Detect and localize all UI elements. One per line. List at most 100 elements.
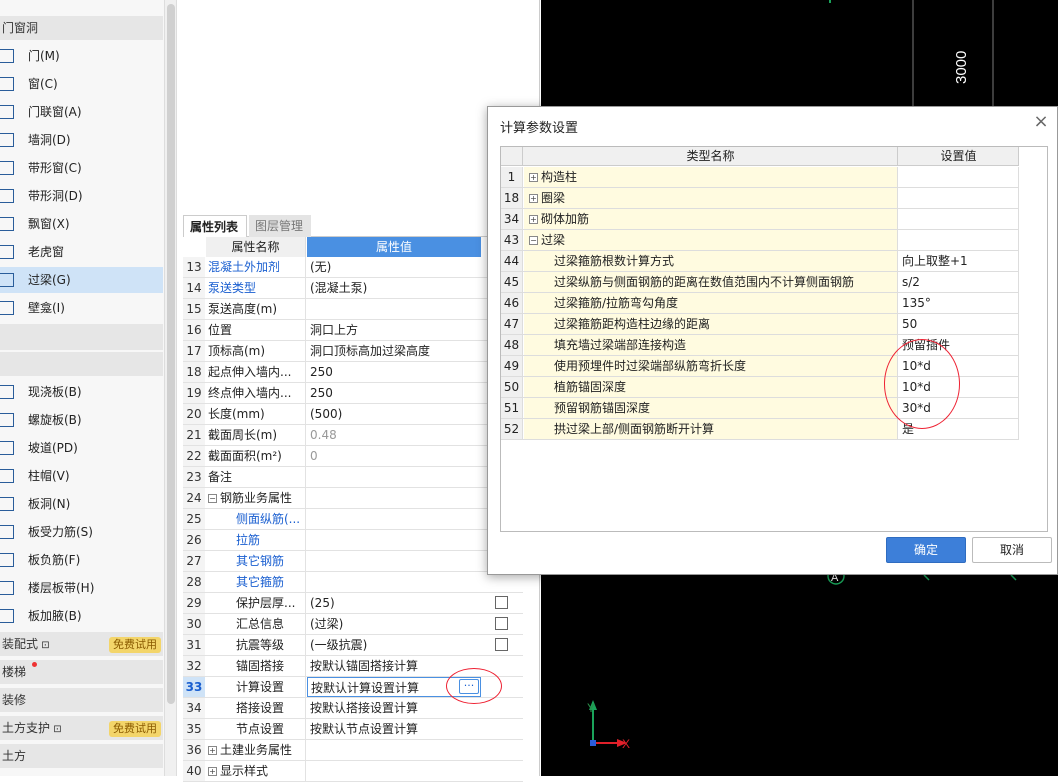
- property-row[interactable]: 28 其它箍筋: [183, 572, 523, 593]
- property-value[interactable]: [307, 530, 481, 550]
- collapse-icon[interactable]: −: [208, 494, 217, 503]
- section-earth[interactable]: 土方: [0, 744, 163, 768]
- property-row[interactable]: 29 保护层厚... (25): [183, 593, 523, 614]
- property-row[interactable]: 27 其它钢筋: [183, 551, 523, 572]
- collapse-icon[interactable]: −: [529, 236, 538, 245]
- settings-value[interactable]: 向上取整+1: [899, 251, 1019, 271]
- settings-group-row[interactable]: 43− 过梁: [501, 230, 1019, 251]
- door-window-item[interactable]: 门(M): [0, 43, 163, 69]
- slab-item[interactable]: 板洞(N): [0, 491, 163, 517]
- property-checkbox[interactable]: [495, 596, 508, 609]
- slab-item[interactable]: 坡道(PD): [0, 435, 163, 461]
- door-window-item[interactable]: 壁龛(I): [0, 295, 163, 321]
- door-window-item[interactable]: 过梁(G): [0, 267, 163, 293]
- property-value[interactable]: 按默认节点设置计算: [307, 719, 481, 739]
- door-window-item[interactable]: 老虎窗: [0, 239, 163, 265]
- slab-item[interactable]: 板加腋(B): [0, 603, 163, 629]
- property-value[interactable]: [307, 488, 481, 508]
- settings-row[interactable]: 47 过梁箍筋距构造柱边缘的距离 50: [501, 314, 1019, 335]
- property-row[interactable]: 30 汇总信息 (过梁): [183, 614, 523, 635]
- section-assembly[interactable]: 装配式 ⊡ 免费试用: [0, 632, 163, 656]
- slab-item[interactable]: 现浇板(B): [0, 379, 163, 405]
- settings-group-row[interactable]: 18 + 圈梁: [501, 188, 1019, 209]
- settings-value[interactable]: [899, 209, 1019, 229]
- property-row[interactable]: 19 终点伸入墙内... 250: [183, 383, 523, 404]
- property-value[interactable]: 250: [307, 383, 481, 403]
- section-slab[interactable]: [0, 352, 163, 376]
- property-row[interactable]: 31 抗震等级 (一级抗震): [183, 635, 523, 656]
- property-row[interactable]: 15 泵送高度(m): [183, 299, 523, 320]
- property-value[interactable]: 按默认搭接设置计算: [307, 698, 481, 718]
- ok-button[interactable]: 确定: [886, 537, 966, 563]
- property-checkbox[interactable]: [495, 617, 508, 630]
- property-row[interactable]: 40 + 显示样式: [183, 761, 523, 782]
- property-value[interactable]: [307, 551, 481, 571]
- property-value[interactable]: [307, 761, 481, 781]
- property-value[interactable]: 洞口上方: [307, 320, 481, 340]
- settings-value[interactable]: [899, 167, 1019, 187]
- property-row[interactable]: 16 位置 洞口上方: [183, 320, 523, 341]
- free-trial-badge-2[interactable]: 免费试用: [109, 721, 161, 737]
- settings-value[interactable]: [899, 230, 1019, 250]
- expand-icon[interactable]: +: [529, 215, 538, 224]
- settings-value[interactable]: 50: [899, 314, 1019, 334]
- expand-icon[interactable]: +: [529, 194, 538, 203]
- property-value[interactable]: (无): [307, 257, 481, 277]
- property-value[interactable]: 250: [307, 362, 481, 382]
- door-window-item[interactable]: 飘窗(X): [0, 211, 163, 237]
- property-row[interactable]: 26 拉筋: [183, 530, 523, 551]
- property-row[interactable]: 22 截面面积(m²) 0: [183, 446, 523, 467]
- expand-icon[interactable]: +: [208, 746, 217, 755]
- slab-item[interactable]: 柱帽(V): [0, 463, 163, 489]
- section-stairs[interactable]: 楼梯: [0, 660, 163, 684]
- property-row[interactable]: 35 节点设置 按默认节点设置计算: [183, 719, 523, 740]
- slab-item[interactable]: 楼层板带(H): [0, 575, 163, 601]
- tab-property-list[interactable]: 属性列表: [183, 215, 247, 237]
- tab-layer-manage[interactable]: 图层管理: [249, 215, 311, 237]
- property-value[interactable]: [307, 572, 481, 592]
- cancel-button[interactable]: 取消: [972, 537, 1052, 563]
- door-window-item[interactable]: 门联窗(A): [0, 99, 163, 125]
- settings-row[interactable]: 44 过梁箍筋根数计算方式 向上取整+1: [501, 251, 1019, 272]
- section-support[interactable]: 土方支护 ⊡ 免费试用: [0, 716, 163, 740]
- property-value[interactable]: (500): [307, 404, 481, 424]
- close-icon[interactable]: ×: [1033, 113, 1049, 131]
- property-row[interactable]: 21 截面周长(m) 0.48: [183, 425, 523, 446]
- property-checkbox[interactable]: [495, 638, 508, 651]
- settings-value[interactable]: s/2: [899, 272, 1019, 292]
- settings-value[interactable]: [899, 188, 1019, 208]
- settings-row[interactable]: 45 过梁纵筋与侧面钢筋的距离在数值范围内不计算侧面钢筋 s/2: [501, 272, 1019, 293]
- property-value[interactable]: (一级抗震): [307, 635, 481, 655]
- property-value[interactable]: [307, 299, 481, 319]
- property-value[interactable]: (混凝土泵): [307, 278, 481, 298]
- section-decor[interactable]: 装修: [0, 688, 163, 712]
- settings-row[interactable]: 46 过梁箍筋/拉筋弯勾角度 135°: [501, 293, 1019, 314]
- door-window-item[interactable]: 带形窗(C): [0, 155, 163, 181]
- property-value[interactable]: (过梁): [307, 614, 481, 634]
- door-window-item[interactable]: 墙洞(D): [0, 127, 163, 153]
- property-value[interactable]: [307, 740, 481, 760]
- property-row[interactable]: 25 侧面纵筋(...: [183, 509, 523, 530]
- property-value[interactable]: [307, 509, 481, 529]
- property-row[interactable]: 13 混凝土外加剂 (无): [183, 257, 523, 278]
- property-row[interactable]: 20 长度(mm) (500): [183, 404, 523, 425]
- expand-icon[interactable]: +: [208, 767, 217, 776]
- settings-group-row[interactable]: 34 + 砌体加筋: [501, 209, 1019, 230]
- door-window-item[interactable]: 带形洞(D): [0, 183, 163, 209]
- door-window-item[interactable]: 窗(C): [0, 71, 163, 97]
- property-row[interactable]: 18 起点伸入墙内... 250: [183, 362, 523, 383]
- property-row[interactable]: 24− 钢筋业务属性: [183, 488, 523, 509]
- free-trial-badge[interactable]: 免费试用: [109, 637, 161, 653]
- property-row[interactable]: 23 备注: [183, 467, 523, 488]
- property-row[interactable]: 14 泵送类型 (混凝土泵): [183, 278, 523, 299]
- property-value[interactable]: 0: [307, 446, 481, 466]
- property-row[interactable]: 17 顶标高(m) 洞口顶标高加过梁高度: [183, 341, 523, 362]
- slab-item[interactable]: 螺旋板(B): [0, 407, 163, 433]
- left-scroll-thumb[interactable]: [167, 4, 175, 704]
- expand-icon[interactable]: +: [529, 173, 538, 182]
- property-value[interactable]: [307, 467, 481, 487]
- property-row[interactable]: 36 + 土建业务属性: [183, 740, 523, 761]
- settings-value[interactable]: 135°: [899, 293, 1019, 313]
- settings-group-row[interactable]: 1 + 构造柱: [501, 167, 1019, 188]
- section-door-window[interactable]: 门窗洞: [0, 16, 163, 40]
